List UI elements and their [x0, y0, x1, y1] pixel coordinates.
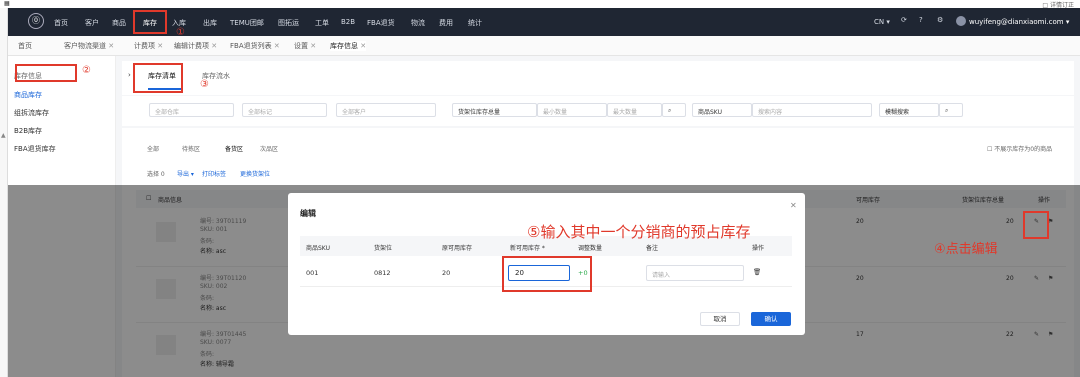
sku-select[interactable]: 商品SKU: [692, 103, 752, 117]
annotation-box-input: [502, 256, 592, 292]
move-shelf-button[interactable]: 更换货架位: [240, 169, 270, 178]
top-nav: ⓪ 首页 客户 商品 库存 入库 出库 TEMU团邮 图拓运 工单 B2B FB…: [8, 8, 1080, 36]
nav-b2b[interactable]: B2B: [341, 18, 355, 26]
zone-all[interactable]: 全部: [147, 144, 159, 153]
region-select[interactable]: CN ▾: [874, 18, 890, 26]
min-input[interactable]: 最小数量: [537, 103, 607, 117]
annotation-box-sidebar: [15, 64, 77, 82]
export-button[interactable]: 导出 ▾: [177, 169, 194, 178]
settings-icon[interactable]: ⚙: [937, 16, 943, 24]
customer-select[interactable]: 全部客户: [336, 103, 436, 117]
app-glyph-icon: ▦: [4, 0, 10, 7]
avatar[interactable]: [956, 16, 966, 26]
row-old-stock: 20: [442, 269, 451, 277]
annotation-1: ①: [176, 27, 185, 38]
nav-fees[interactable]: 费用: [439, 18, 453, 28]
col-op: 操作: [752, 245, 765, 252]
max-input[interactable]: 最大数量: [607, 103, 662, 117]
tab-billing[interactable]: 计费项 ✕: [134, 41, 163, 51]
tab-settings[interactable]: 设置 ✕: [294, 41, 316, 51]
left-window-edge: ▲: [0, 8, 8, 377]
user-email[interactable]: wuyifeng@dianxiaomi.com ▾: [969, 18, 1069, 26]
close-icon[interactable]: ✕: [157, 42, 163, 50]
selected-count: 选择 0: [147, 171, 165, 178]
zone-pick[interactable]: 待拣区: [182, 144, 200, 153]
row-sku: 001: [306, 269, 319, 277]
tab-label: FBA退货列表: [230, 42, 272, 50]
note-input[interactable]: 请输入: [646, 265, 744, 281]
refresh-icon[interactable]: ⟳: [901, 16, 907, 24]
tab-home[interactable]: 首页: [18, 41, 32, 51]
annotation-box-edit: [1023, 211, 1049, 239]
annotation-box-subtab: [133, 63, 183, 93]
annotation-3: ③: [200, 79, 209, 90]
tab-inventory-info[interactable]: 库存信息 ✕: [330, 41, 367, 51]
mark-select[interactable]: 全部标记: [242, 103, 327, 117]
close-icon[interactable]: ✕: [108, 42, 114, 50]
tab-label: 编辑计费项: [174, 42, 209, 50]
tab-label: 库存信息: [330, 42, 358, 50]
col-adjust: 调整数量: [578, 245, 603, 252]
filter-bar: 全部仓库 全部标记 全部客户 货架位库存总量 最小数量 最大数量 ⌕ 商品SKU…: [122, 96, 1074, 126]
col-old-stock: 原可用库存: [442, 245, 473, 252]
close-icon[interactable]: ✕: [790, 201, 797, 210]
row-shelf: 0812: [374, 269, 391, 277]
search-button[interactable]: ⌕: [939, 103, 963, 117]
annotation-box-nav: [133, 10, 167, 34]
zone-stock[interactable]: 备货区: [225, 144, 243, 153]
nav-temu[interactable]: TEMU团邮: [230, 18, 264, 28]
tab-label: 设置: [294, 42, 308, 50]
collapse-icon[interactable]: ›: [128, 71, 131, 79]
nav-home[interactable]: 首页: [54, 18, 68, 28]
page-tabs: 首页 客户物流渠道 ✕ 计费项 ✕ 编辑计费项 ✕ FBA退货列表 ✕ 设置 ✕…: [8, 36, 1080, 56]
confirm-button[interactable]: 确认: [751, 312, 791, 326]
tab-fba-list[interactable]: FBA退货列表 ✕: [230, 41, 280, 51]
nav-stats[interactable]: 统计: [468, 18, 482, 28]
nav-outbound[interactable]: 出库: [203, 18, 217, 28]
zone-defect[interactable]: 次品区: [260, 144, 278, 153]
cancel-button[interactable]: 取消: [700, 312, 740, 326]
col-shelf: 货架位: [374, 245, 393, 252]
help-icon[interactable]: ?: [919, 16, 923, 24]
hide-zero-checkbox[interactable]: ☐ 不展示库存为0的商品: [987, 144, 1052, 153]
nav-tuotuo[interactable]: 图拓运: [278, 18, 299, 28]
close-icon[interactable]: ✕: [211, 42, 217, 50]
expand-arrow-icon[interactable]: ▲: [1, 132, 6, 139]
nav-workorder[interactable]: 工单: [315, 18, 329, 28]
print-label-button[interactable]: 打印标签: [202, 169, 226, 178]
nav-product[interactable]: 商品: [112, 18, 126, 28]
search-input[interactable]: 搜索内容: [752, 103, 872, 117]
col-new-stock: 新可用库存 *: [510, 245, 545, 252]
tab-label: 计费项: [134, 42, 155, 50]
sidebar-item-fba[interactable]: FBA退货库存: [14, 144, 56, 154]
annotation-4: ④点击编辑: [934, 242, 998, 257]
close-icon[interactable]: ✕: [310, 42, 316, 50]
col-note: 备注: [646, 245, 659, 252]
sort-select[interactable]: 货架位库存总量: [452, 103, 537, 117]
sidebar-item-stock[interactable]: 商品库存: [14, 90, 42, 100]
tab-edit-billing[interactable]: 编辑计费项 ✕: [174, 41, 217, 51]
search-icon[interactable]: ⌕: [662, 103, 686, 117]
annotation-5: ⑤输入其中一个分销商的预占库存: [527, 223, 751, 241]
delete-icon[interactable]: 🗑: [753, 268, 761, 276]
modal-title: 编辑: [300, 209, 316, 218]
window-topbar: ▦ □ 详情订正: [0, 0, 1080, 9]
mode-select[interactable]: 模糊搜索: [879, 103, 939, 117]
tab-label: 客户物流渠道: [64, 42, 106, 50]
col-sku: 商品SKU: [306, 245, 330, 252]
annotation-2: ②: [82, 65, 91, 76]
nav-fba[interactable]: FBA退货: [367, 18, 395, 28]
sidebar-item-assembly[interactable]: 组拆流库存: [14, 108, 49, 118]
hide-zero-label: 不展示库存为0的商品: [994, 146, 1053, 153]
logo-icon[interactable]: ⓪: [28, 13, 44, 29]
sidebar-item-b2b[interactable]: B2B库存: [14, 126, 42, 136]
tab-channel[interactable]: 客户物流渠道 ✕: [64, 41, 114, 51]
nav-logistics[interactable]: 物流: [411, 18, 425, 28]
warehouse-select[interactable]: 全部仓库: [149, 103, 234, 117]
close-icon[interactable]: ✕: [274, 42, 280, 50]
nav-customer[interactable]: 客户: [85, 18, 99, 28]
close-icon[interactable]: ✕: [360, 42, 366, 50]
subtab-card: › 库存清单 库存流水: [122, 61, 1074, 95]
modal-overlay: [8, 185, 116, 377]
